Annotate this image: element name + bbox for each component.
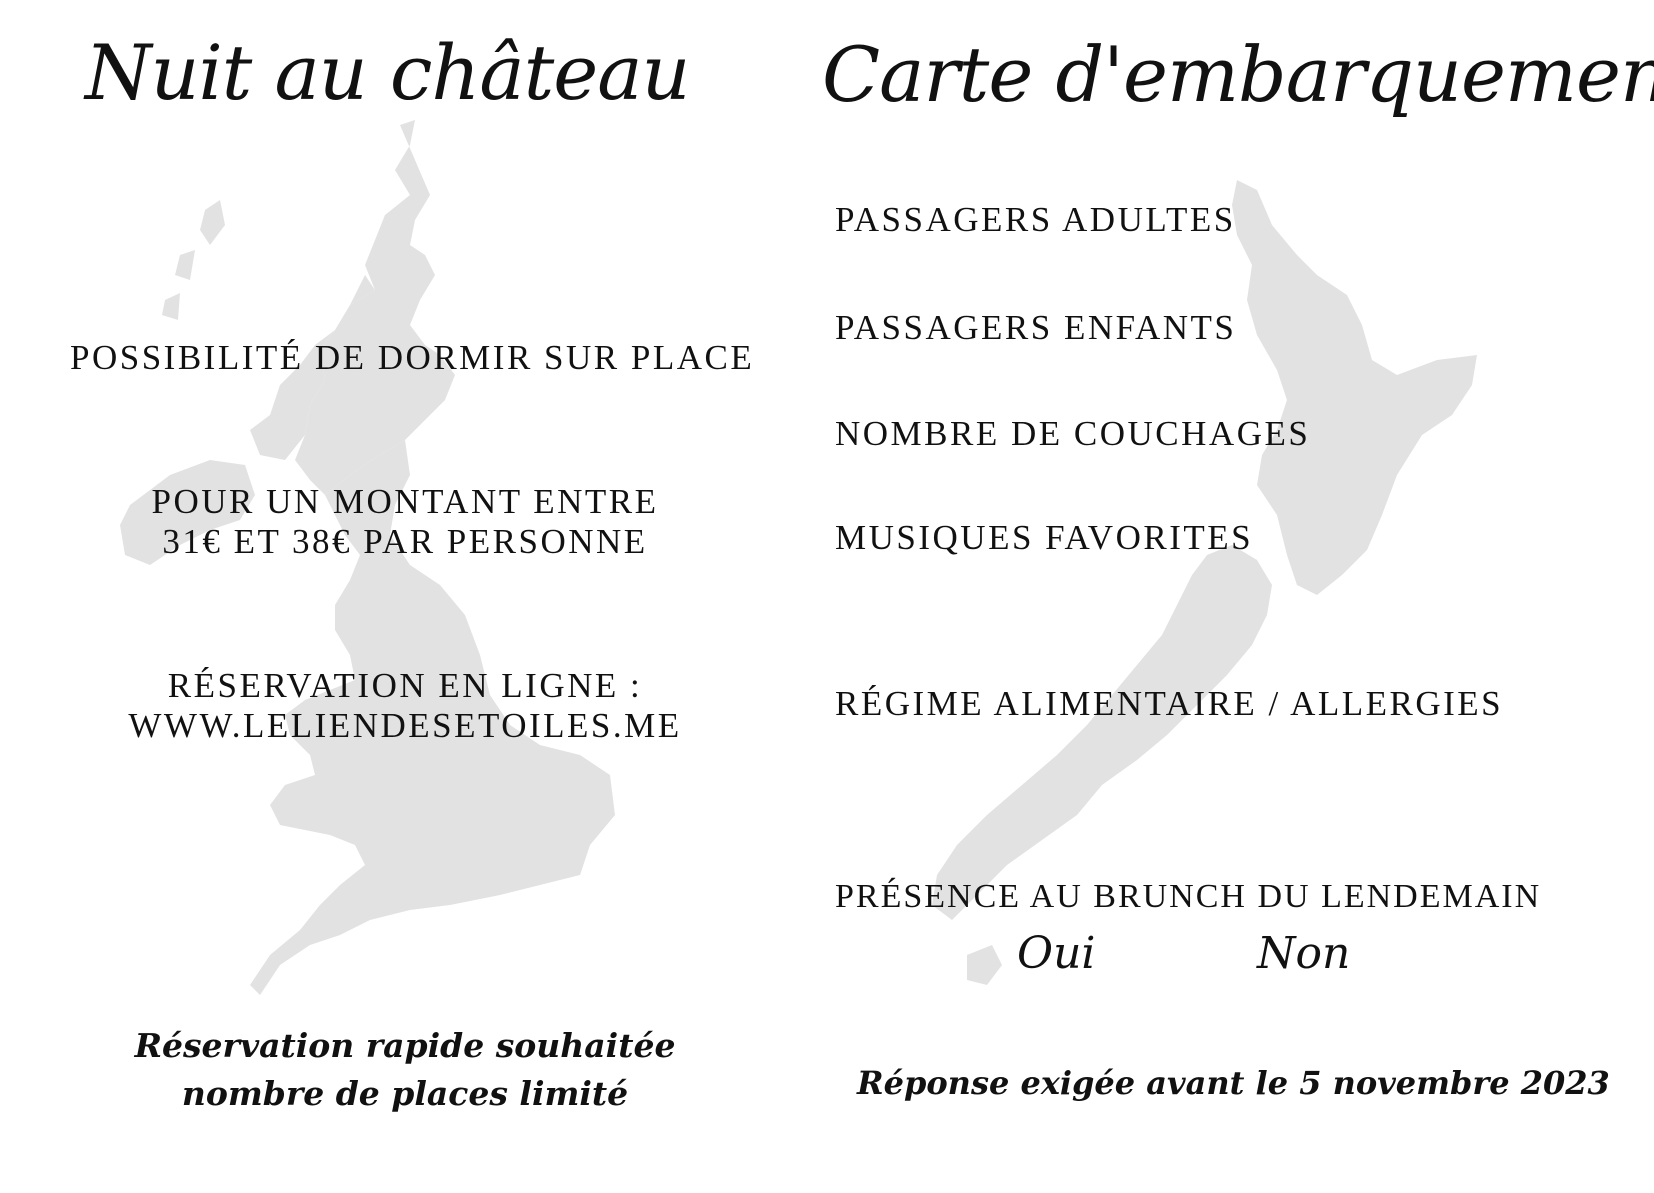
field-adult-passengers: PASSAGERS ADULTES <box>835 200 1236 239</box>
field-favorite-music: MUSIQUES FAVORITES <box>835 518 1254 557</box>
booking-info: RÉSERVATION EN LIGNE : WWW.LELIENDESETOI… <box>0 666 810 746</box>
great-britain-map-icon <box>120 120 615 995</box>
field-brunch-attendance: PRÉSENCE AU BRUNCH DU LENDEMAIN <box>835 878 1542 915</box>
right-card: Carte d'embarquement PASSAGERS ADULTES P… <box>822 0 1654 1193</box>
option-no[interactable]: Non <box>1257 928 1350 979</box>
left-card-title: Nuit au château <box>85 28 690 117</box>
footer-line-2: nombre de places limité <box>181 1074 629 1113</box>
price-line-1: POUR UN MONTANT ENTRE <box>151 482 659 521</box>
footer-line-1: Réservation rapide souhaitée <box>134 1026 676 1065</box>
response-deadline: Réponse exigée avant le 5 novembre 2023 <box>857 1064 1610 1102</box>
field-beds-count: NOMBRE DE COUCHAGES <box>835 414 1311 453</box>
sleep-option-text: POSSIBILITÉ DE DORMIR SUR PLACE <box>70 338 755 377</box>
field-dietary-allergies: RÉGIME ALIMENTAIRE / ALLERGIES <box>835 684 1504 723</box>
right-card-title: Carte d'embarquement <box>822 30 1654 119</box>
option-yes[interactable]: Oui <box>1017 928 1095 979</box>
left-card: Nuit au château POSSIBILITÉ DE DORMIR SU… <box>0 0 827 1193</box>
left-card-footer: Réservation rapide souhaitée nombre de p… <box>0 1022 810 1118</box>
price-info: POUR UN MONTANT ENTRE 31€ ET 38€ PAR PER… <box>0 482 810 562</box>
field-child-passengers: PASSAGERS ENFANTS <box>835 308 1237 347</box>
booking-website-link[interactable]: WWW.LELIENDESETOILES.ME <box>0 706 810 746</box>
booking-line-1: RÉSERVATION EN LIGNE : <box>167 666 643 705</box>
price-line-2: 31€ ET 38€ PAR PERSONNE <box>162 522 648 561</box>
